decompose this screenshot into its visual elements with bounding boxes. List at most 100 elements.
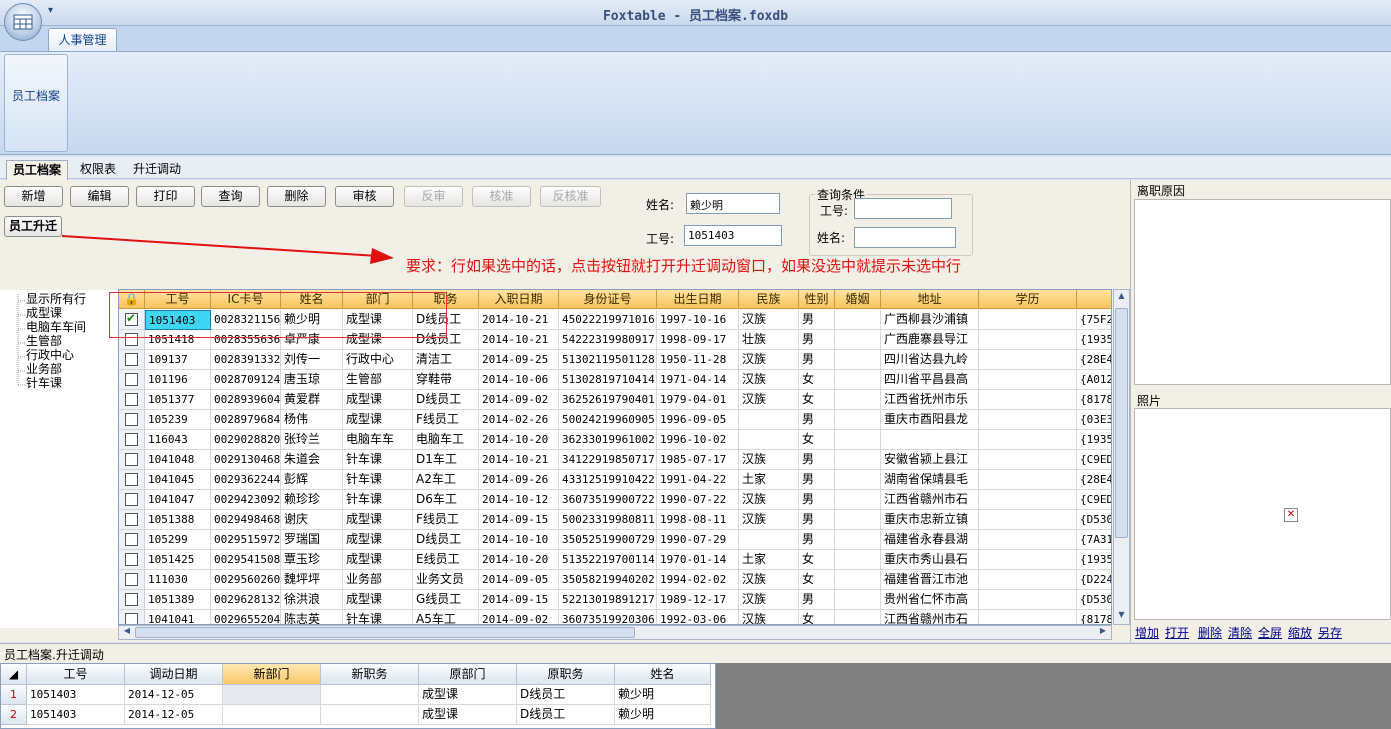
column-header-birth-date[interactable]: 出生日期	[657, 290, 739, 309]
tree-item-sales[interactable]: 业务部	[26, 362, 62, 376]
cell-id-number[interactable]: 54222319980917	[559, 330, 657, 350]
row-select-cell[interactable]	[119, 550, 145, 570]
row-select-cell[interactable]	[119, 410, 145, 430]
cell-ethnicity[interactable]	[739, 410, 799, 430]
cell-address[interactable]: 福建省永春县湖	[881, 530, 979, 550]
cell-education[interactable]	[979, 450, 1077, 470]
photo-delete-link[interactable]: 删除	[1198, 624, 1222, 641]
resign-reason-box[interactable]	[1134, 199, 1391, 385]
vertical-scrollbar[interactable]: ▲ ▼	[1113, 289, 1130, 625]
cell-marital[interactable]	[835, 370, 881, 390]
cell-education[interactable]	[979, 430, 1077, 450]
column-header-id-number[interactable]: 身份证号	[559, 290, 657, 309]
subtable-cell-new-dept[interactable]	[223, 705, 321, 725]
review-button[interactable]: 审核	[335, 186, 394, 207]
cell-ic-card[interactable]: 0028709124	[211, 370, 281, 390]
cell-position[interactable]: F线员工	[413, 410, 479, 430]
cell-gender[interactable]: 女	[799, 550, 835, 570]
cell-extra[interactable]: {75F2	[1077, 310, 1111, 330]
cell-ethnicity[interactable]: 壮族	[739, 330, 799, 350]
add-button[interactable]: 新增	[4, 186, 63, 207]
cell-ic-card[interactable]: 0029362244	[211, 470, 281, 490]
cell-ethnicity[interactable]: 汉族	[739, 450, 799, 470]
cell-marital[interactable]	[835, 570, 881, 590]
cell-ethnicity[interactable]: 汉族	[739, 570, 799, 590]
cell-gender[interactable]: 女	[799, 370, 835, 390]
cell-hire-date[interactable]: 2014-02-26	[479, 410, 559, 430]
cell-hire-date[interactable]: 2014-10-21	[479, 310, 559, 330]
cell-name[interactable]: 黄爱群	[281, 390, 343, 410]
cell-position[interactable]: D线员工	[413, 390, 479, 410]
cell-ethnicity[interactable]: 汉族	[739, 510, 799, 530]
row-checkbox[interactable]	[125, 533, 138, 546]
photo-box[interactable]: ✕	[1134, 408, 1391, 620]
cell-education[interactable]	[979, 350, 1077, 370]
row-checkbox[interactable]	[125, 453, 138, 466]
photo-clear-link[interactable]: 清除	[1228, 624, 1252, 641]
cell-ic-card[interactable]: 0029498468	[211, 510, 281, 530]
cell-ethnicity[interactable]: 汉族	[739, 350, 799, 370]
cell-id[interactable]: 1041045	[145, 470, 211, 490]
cell-marital[interactable]	[835, 590, 881, 610]
cell-name[interactable]: 陈志英	[281, 610, 343, 624]
cell-gender[interactable]: 男	[799, 350, 835, 370]
cell-ethnicity[interactable]: 土家	[739, 470, 799, 490]
photo-add-link[interactable]: 增加	[1135, 624, 1159, 641]
id-field[interactable]: 1051403	[684, 225, 782, 246]
cell-position[interactable]: A5车工	[413, 610, 479, 624]
cell-education[interactable]	[979, 550, 1077, 570]
cell-ethnicity[interactable]: 汉族	[739, 610, 799, 624]
app-menu-button[interactable]	[4, 3, 42, 41]
cell-education[interactable]	[979, 590, 1077, 610]
cell-gender[interactable]: 女	[799, 430, 835, 450]
cell-education[interactable]	[979, 370, 1077, 390]
cell-name[interactable]: 徐洪浪	[281, 590, 343, 610]
cell-name[interactable]: 杨伟	[281, 410, 343, 430]
horizontal-scrollbar[interactable]: ◀ ▶	[118, 625, 1112, 640]
cell-ethnicity[interactable]: 汉族	[739, 370, 799, 390]
cell-address[interactable]: 江西省赣州市石	[881, 490, 979, 510]
cell-id-number[interactable]: 36073519920306	[559, 610, 657, 624]
cell-dept[interactable]: 成型课	[343, 590, 413, 610]
cell-position[interactable]: 电脑车工	[413, 430, 479, 450]
subtable-cell-old-position[interactable]: D线员工	[517, 705, 615, 725]
cell-birth-date[interactable]: 1950-11-28	[657, 350, 739, 370]
cell-marital[interactable]	[835, 350, 881, 370]
subtable-header-id[interactable]: 工号	[27, 664, 125, 685]
cell-ethnicity[interactable]	[739, 430, 799, 450]
cell-id-number[interactable]: 35058219940202	[559, 570, 657, 590]
cell-dept[interactable]: 成型课	[343, 390, 413, 410]
cell-ethnicity[interactable]: 汉族	[739, 490, 799, 510]
horizontal-scroll-thumb[interactable]	[135, 627, 635, 638]
subtable-cell-id[interactable]: 1051403	[27, 685, 125, 705]
row-select-cell[interactable]	[119, 590, 145, 610]
cell-gender[interactable]: 男	[799, 510, 835, 530]
cell-birth-date[interactable]: 1998-08-11	[657, 510, 739, 530]
cell-ic-card[interactable]: 0028979684	[211, 410, 281, 430]
cell-address[interactable]: 广西鹿寨县导江	[881, 330, 979, 350]
cell-name[interactable]: 魏坪坪	[281, 570, 343, 590]
cell-name[interactable]: 张玲兰	[281, 430, 343, 450]
cell-dept[interactable]: 成型课	[343, 550, 413, 570]
cell-position[interactable]: 业务文员	[413, 570, 479, 590]
cell-address[interactable]: 四川省平昌县高	[881, 370, 979, 390]
column-header-gender[interactable]: 性别	[799, 290, 835, 309]
cell-ic-card[interactable]: 0028391332	[211, 350, 281, 370]
cell-id[interactable]: 1041048	[145, 450, 211, 470]
scroll-down-icon[interactable]: ▼	[1115, 610, 1128, 623]
cell-name[interactable]: 谢庆	[281, 510, 343, 530]
cell-id-number[interactable]: 51302819710414	[559, 370, 657, 390]
cell-marital[interactable]	[835, 410, 881, 430]
cell-marital[interactable]	[835, 330, 881, 350]
subtable-header-old-position[interactable]: 原职务	[517, 664, 615, 685]
row-checkbox[interactable]	[125, 353, 138, 366]
column-header-marital[interactable]: 婚姻	[835, 290, 881, 309]
employee-records-ribbon-button[interactable]: 员工档案	[4, 54, 68, 152]
cell-ic-card[interactable]: 0028939604	[211, 390, 281, 410]
cell-marital[interactable]	[835, 550, 881, 570]
cell-extra[interactable]: {28E4	[1077, 470, 1111, 490]
cell-address[interactable]: 重庆市秀山县石	[881, 550, 979, 570]
scroll-up-icon[interactable]: ▲	[1115, 291, 1128, 304]
cell-id[interactable]: 116043	[145, 430, 211, 450]
subtable-corner[interactable]: ◢	[1, 664, 27, 685]
